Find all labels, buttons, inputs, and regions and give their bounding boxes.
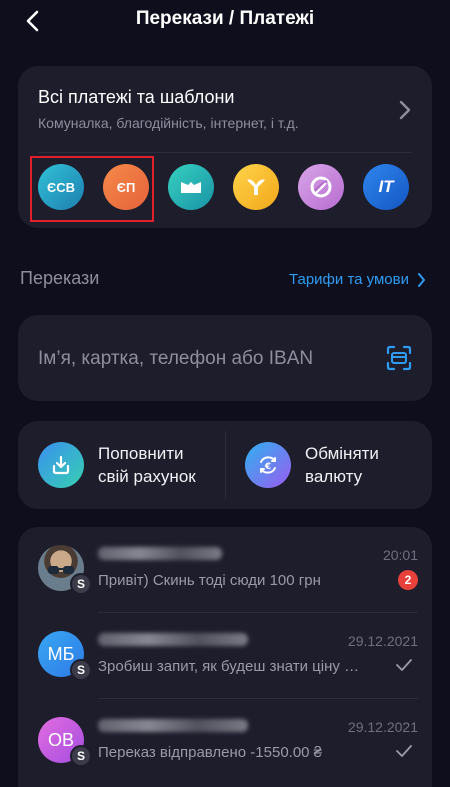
read-check-icon: [396, 659, 412, 671]
contact-name-redacted: [98, 719, 248, 732]
divider: [225, 431, 226, 499]
top-up-label: Поповнити свій рахунок: [98, 444, 196, 486]
lifecell-shortcut[interactable]: [298, 164, 344, 210]
chat-list: S 20:01 Привіт) Скинь тоді сюди 100 грн …: [18, 527, 432, 787]
search-placeholder: Ім’я, картка, телефон або IBAN: [38, 348, 314, 369]
chat-last-message: Зробиш запит, як будеш знати ціну за...: [98, 658, 360, 675]
unread-count-badge: 2: [398, 570, 418, 590]
lifecell-icon: [310, 176, 332, 198]
chevron-right-icon: [418, 272, 425, 287]
chat-time: 20:01: [382, 547, 418, 563]
chat-time: 29.12.2021: [347, 719, 418, 735]
download-icon: [38, 442, 84, 488]
quick-actions-card: Поповнити свій рахунок € Обміняти валюту: [18, 421, 432, 509]
chat-item[interactable]: ОВ S 29.12.2021 Переказ відправлено -155…: [18, 699, 432, 785]
wallet-icon: [181, 182, 201, 193]
chat-last-message: Привіт) Скинь тоді сюди 100 грн: [98, 572, 321, 589]
svg-text:€: €: [264, 462, 271, 472]
transfers-section-title: Перекази: [20, 268, 100, 288]
payments-card: Всі платежі та шаблони Комуналка, благод…: [18, 66, 432, 228]
tariffs-link[interactable]: Тарифи та умови: [289, 271, 426, 288]
contact-name-redacted: [98, 633, 248, 646]
service-badge: S: [70, 659, 92, 681]
all-payments-row[interactable]: Всі платежі та шаблони Комуналка, благод…: [18, 66, 432, 152]
service-badge: S: [70, 573, 92, 595]
currency-exchange-icon: €: [245, 442, 291, 488]
kyivstar-icon: [247, 179, 265, 195]
selection-highlight-box: [30, 156, 154, 222]
exchange-currency-button[interactable]: € Обміняти валюту: [245, 421, 379, 509]
chat-item[interactable]: МБ S 29.12.2021 Зробиш запит, як будеш з…: [18, 613, 432, 699]
wallet-shortcut[interactable]: [168, 164, 214, 210]
contact-name-redacted: [98, 547, 222, 560]
top-up-account-button[interactable]: Поповнити свій рахунок: [38, 421, 196, 509]
chat-last-message: Переказ відправлено -1550.00 ₴: [98, 744, 323, 761]
kyivstar-shortcut[interactable]: [233, 164, 279, 210]
top-bar: Перекази / Платежі: [0, 0, 450, 44]
service-badge: S: [70, 745, 92, 767]
exchange-label: Обміняти валюту: [305, 444, 379, 486]
chat-item[interactable]: S 20:01 Привіт) Скинь тоді сюди 100 грн …: [18, 527, 432, 613]
it-label: IT: [378, 177, 394, 196]
it-shortcut[interactable]: IT: [363, 164, 409, 210]
page-title: Перекази / Платежі: [135, 8, 315, 29]
chevron-right-icon: [399, 100, 411, 120]
all-payments-subtitle: Комуналка, благодійність, інтернет, і т.…: [38, 115, 299, 131]
chat-time: 29.12.2021: [347, 633, 418, 649]
recipient-search-field[interactable]: Ім’я, картка, телефон або IBAN: [18, 315, 432, 401]
all-payments-title: Всі платежі та шаблони: [38, 87, 235, 107]
card-scan-icon[interactable]: [386, 345, 412, 371]
payment-shortcuts: ЄСВ ЄП IT: [18, 152, 432, 228]
tariffs-link-label: Тарифи та умови: [289, 271, 409, 288]
read-check-icon: [396, 745, 412, 757]
